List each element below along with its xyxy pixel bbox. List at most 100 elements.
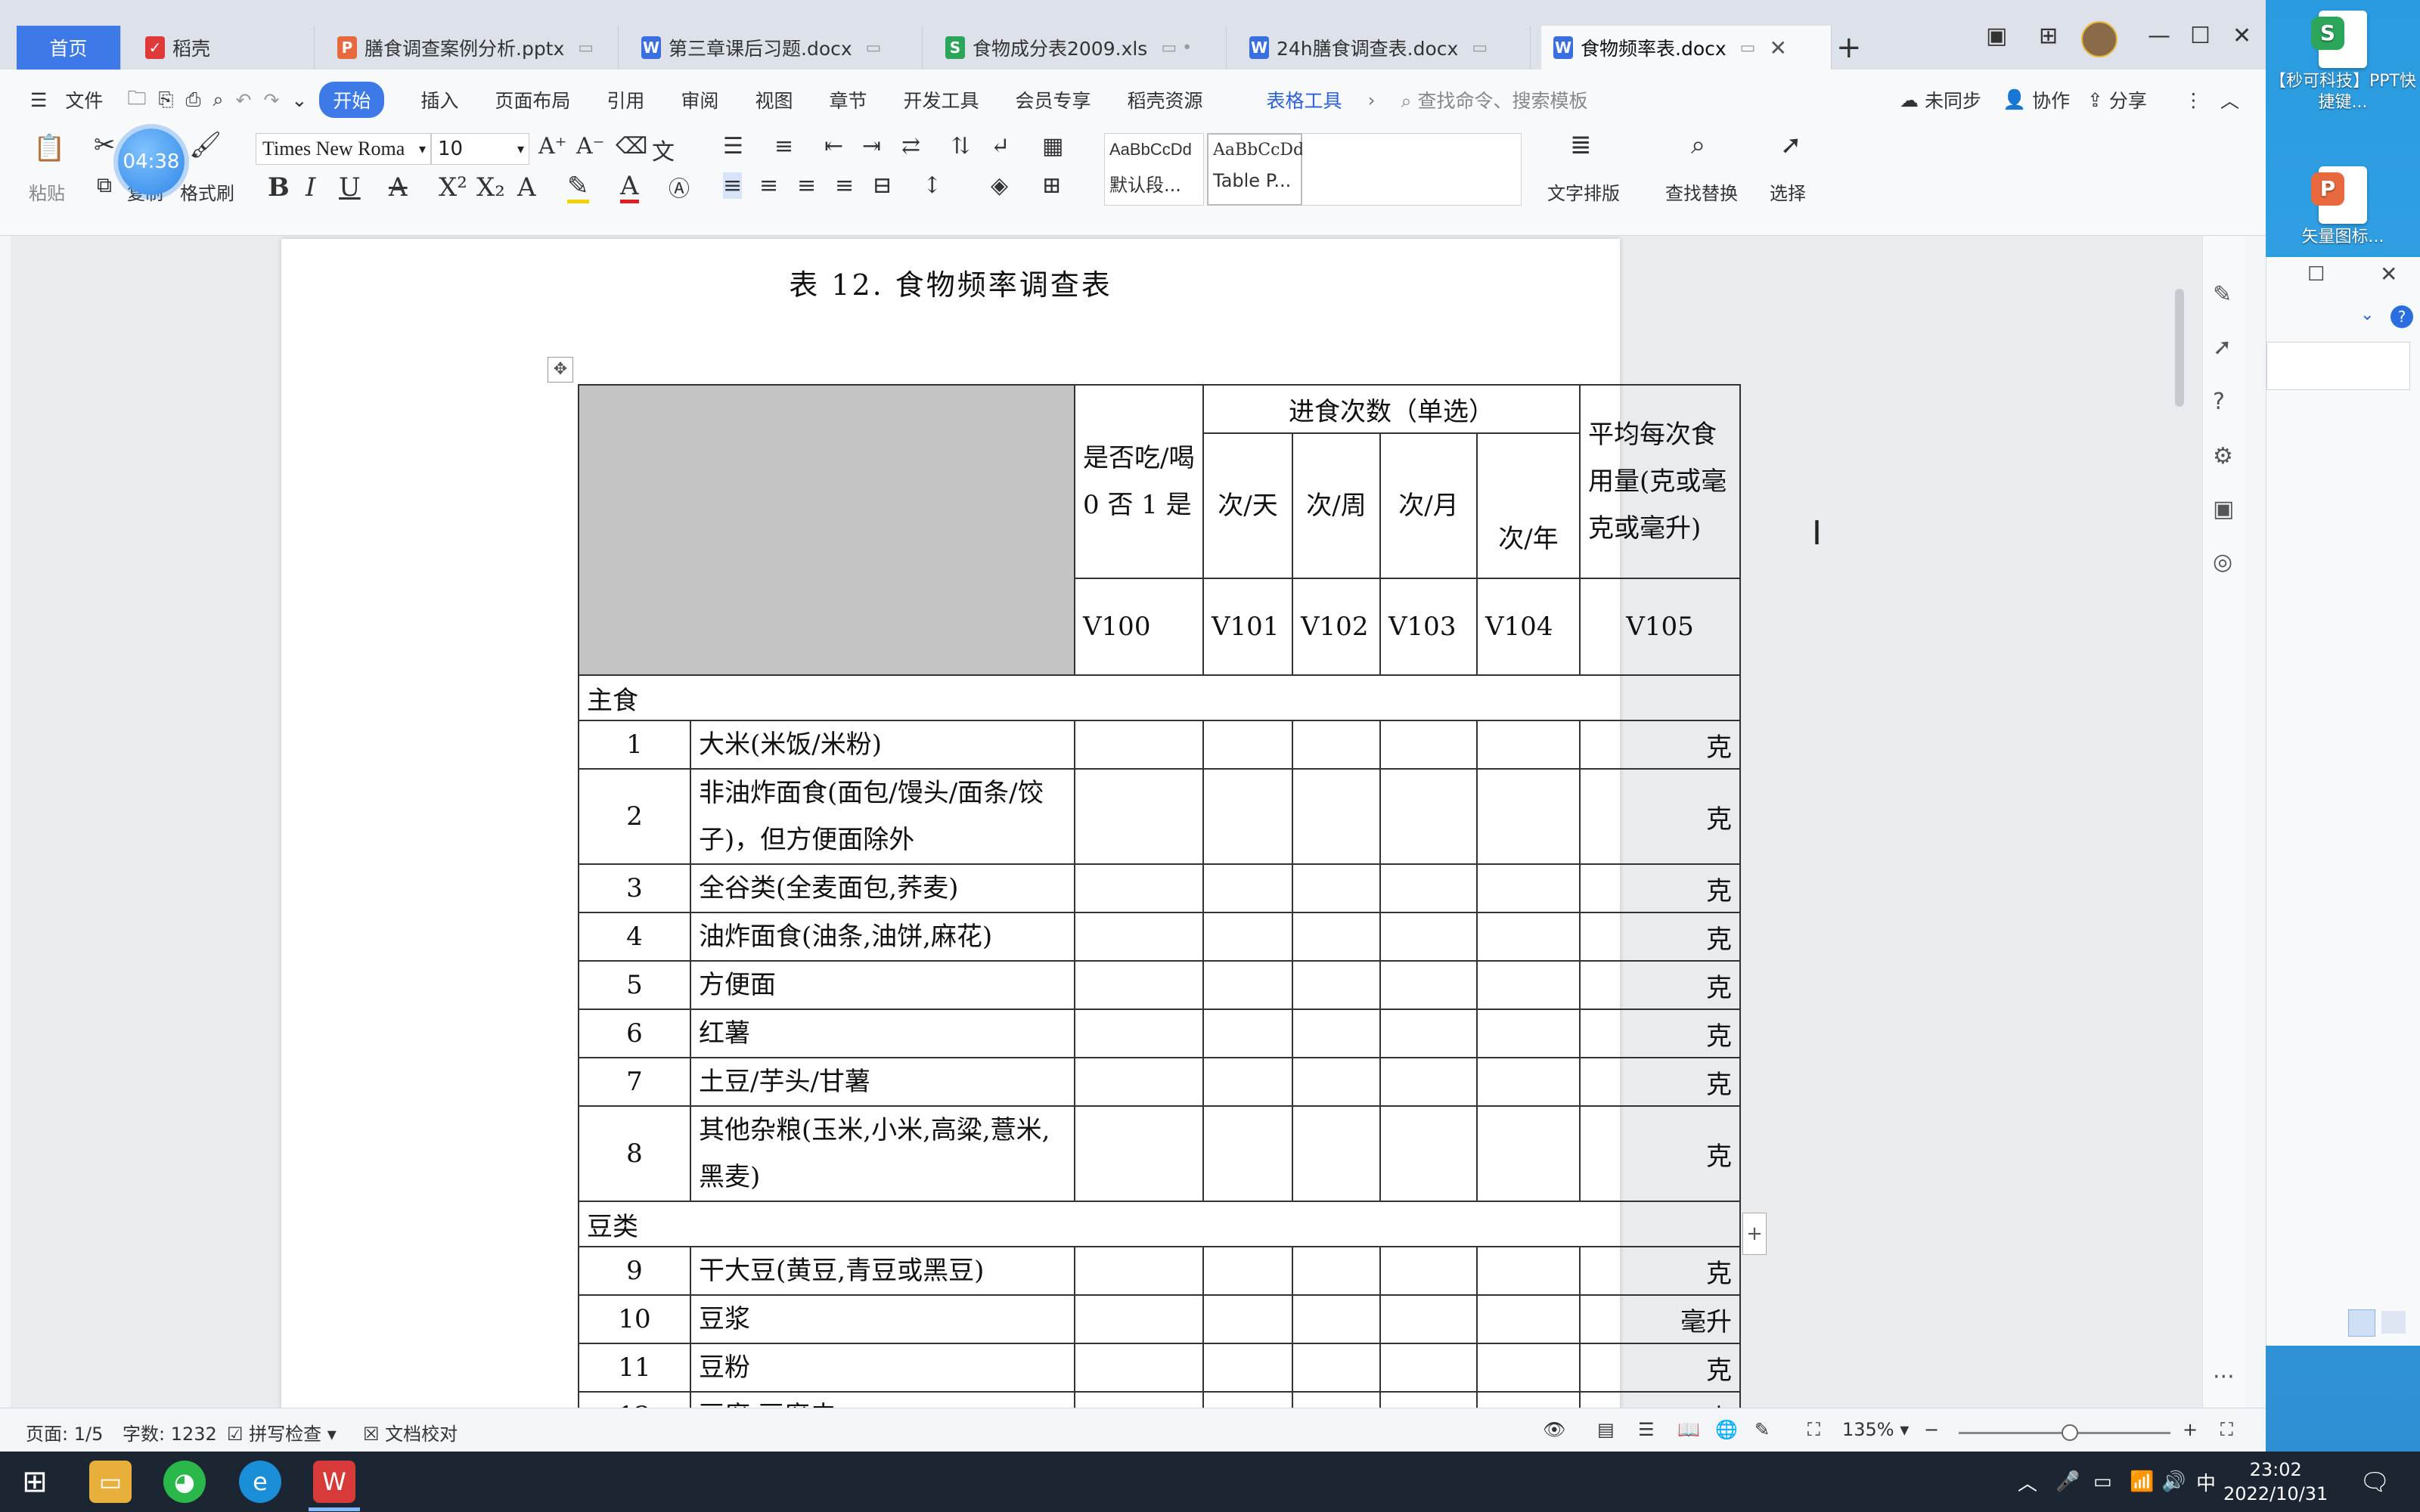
- borders-icon[interactable]: ⊞: [1042, 172, 1061, 199]
- status-page[interactable]: 页面: 1/5: [26, 1419, 103, 1445]
- underline-icon[interactable]: U: [339, 172, 361, 203]
- scrollbar-thumb[interactable]: [2175, 289, 2184, 407]
- answer-cell[interactable]: [1074, 1009, 1204, 1058]
- file-explorer-icon[interactable]: ▭: [89, 1461, 132, 1503]
- help-icon[interactable]: ?: [2391, 305, 2413, 328]
- zoom-slider-knob[interactable]: [2062, 1424, 2078, 1441]
- answer-cell[interactable]: [1379, 1294, 1478, 1344]
- answer-cell[interactable]: [1379, 768, 1478, 865]
- close-tab-icon[interactable]: ✕: [1769, 36, 1786, 60]
- numbered-list-icon[interactable]: ≡: [774, 133, 793, 160]
- char-border-icon[interactable]: Ⓐ: [669, 172, 690, 203]
- row-number[interactable]: 3: [578, 863, 691, 913]
- row-number[interactable]: 10: [578, 1294, 691, 1344]
- style-table[interactable]: AaBbCcDd Table P...: [1207, 133, 1304, 206]
- food-item[interactable]: 干大豆(黄豆,青豆或黑豆): [690, 1246, 1075, 1296]
- wps-office-icon[interactable]: W: [313, 1461, 355, 1503]
- zoom-in-icon[interactable]: +: [2183, 1419, 2198, 1440]
- answer-cell[interactable]: [1379, 960, 1478, 1010]
- answer-cell[interactable]: [1292, 1246, 1381, 1296]
- fit-page-icon[interactable]: ⛶: [1807, 1419, 1820, 1440]
- answer-cell[interactable]: [1202, 1294, 1293, 1344]
- align-left-icon[interactable]: ≡: [723, 172, 743, 199]
- food-item[interactable]: 豆浆: [690, 1294, 1075, 1344]
- grow-font-icon[interactable]: A⁺: [538, 133, 567, 160]
- header-per-year[interactable]: 次/年: [1476, 432, 1581, 579]
- align-center-icon[interactable]: ≡: [759, 172, 778, 199]
- answer-cell[interactable]: [1476, 1343, 1581, 1393]
- format-painter-icon[interactable]: 🖌: [189, 130, 222, 160]
- justify-icon[interactable]: ≡: [835, 172, 854, 199]
- cut-icon[interactable]: ✂: [94, 130, 116, 160]
- zoom-level[interactable]: 135% ▾: [1842, 1419, 1909, 1440]
- answer-cell[interactable]: [1074, 720, 1204, 770]
- chinese-layout-icon[interactable]: ⇄: [901, 133, 920, 160]
- clear-format-icon[interactable]: ⌫: [616, 133, 647, 160]
- decrease-indent-icon[interactable]: ⇤: [824, 133, 843, 160]
- answer-cell[interactable]: [1379, 1057, 1478, 1107]
- tab-24h[interactable]: W 24h膳食调查表.docx ▭: [1237, 26, 1531, 70]
- header-per-month[interactable]: 次/月: [1379, 432, 1478, 579]
- select-cursor-icon[interactable]: ➚: [1780, 130, 1802, 160]
- battery-icon[interactable]: ▭: [2093, 1452, 2112, 1512]
- answer-cell[interactable]: [1476, 912, 1581, 962]
- unit-cell[interactable]: 克: [1579, 1343, 1741, 1393]
- web-view-icon[interactable]: 🌐: [1715, 1419, 1738, 1440]
- answer-cell[interactable]: [1074, 960, 1204, 1010]
- image-tools-icon[interactable]: ▣: [2213, 496, 2234, 522]
- sync-layout-icon[interactable]: ▣: [1986, 23, 2007, 49]
- answer-cell[interactable]: [1292, 1057, 1381, 1107]
- panel-close-icon[interactable]: ✕: [2380, 262, 2397, 287]
- food-item[interactable]: 土豆/芋头/甘薯: [690, 1057, 1075, 1107]
- font-name-select[interactable]: Times New Roma ▾: [256, 133, 431, 165]
- unit-cell[interactable]: 克: [1579, 768, 1741, 865]
- format-painter-button[interactable]: 格式刷: [180, 178, 234, 205]
- answer-cell[interactable]: [1202, 863, 1293, 913]
- text-layout-icon[interactable]: ≣: [1570, 130, 1592, 160]
- menu-references[interactable]: 引用: [607, 86, 644, 113]
- write-view-icon[interactable]: ✎: [1754, 1419, 1770, 1440]
- minimize-icon[interactable]: —: [2148, 23, 2170, 49]
- menu-chapter[interactable]: 章节: [829, 86, 867, 113]
- code-cell[interactable]: V100: [1074, 578, 1204, 676]
- sort-icon[interactable]: ⇅: [951, 133, 970, 160]
- collapse-ribbon-icon[interactable]: ︿: [2220, 70, 2239, 130]
- table-border-icon[interactable]: ▦: [1042, 133, 1063, 160]
- cloud-sync-button[interactable]: ☁ 未同步: [1900, 70, 1981, 130]
- tray-overflow-icon[interactable]: ︿: [2018, 1452, 2037, 1512]
- code-cell[interactable]: V104: [1476, 578, 1581, 676]
- distribute-icon[interactable]: ⊟: [873, 172, 892, 199]
- show-marks-icon[interactable]: ↵: [991, 133, 1010, 160]
- panel-maximize-icon[interactable]: ☐: [2307, 263, 2325, 286]
- answer-cell[interactable]: [1379, 1105, 1478, 1202]
- panel-input[interactable]: [2266, 342, 2410, 390]
- collaborate-button[interactable]: 👤 协作: [2003, 70, 2070, 130]
- row-number[interactable]: 7: [578, 1057, 691, 1107]
- code-cell[interactable]: V102: [1292, 578, 1381, 676]
- menu-view[interactable]: 视图: [755, 86, 793, 113]
- increase-indent-icon[interactable]: ⇥: [862, 133, 881, 160]
- answer-cell[interactable]: [1379, 912, 1478, 962]
- new-tab-icon[interactable]: +: [1836, 30, 1862, 65]
- font-size-select[interactable]: 10 ▾: [431, 133, 529, 165]
- row-number[interactable]: 8: [578, 1105, 691, 1202]
- answer-cell[interactable]: [1292, 1009, 1381, 1058]
- highlight-icon[interactable]: ✎: [567, 172, 589, 203]
- code-cell[interactable]: V103: [1379, 578, 1478, 676]
- find-replace-button[interactable]: 查找替换: [1665, 178, 1738, 205]
- menu-developer[interactable]: 开发工具: [903, 86, 979, 113]
- desktop-icon-ppt-shortcuts[interactable]: S 【秒可科技】PPT快捷键...: [2266, 11, 2420, 113]
- answer-cell[interactable]: [1292, 1294, 1381, 1344]
- answer-cell[interactable]: [1476, 1294, 1581, 1344]
- zoom-out-icon[interactable]: −: [1924, 1419, 1939, 1440]
- food-item[interactable]: 方便面: [690, 960, 1075, 1010]
- doc-proofread-button[interactable]: ☒ 文档校对: [363, 1419, 458, 1445]
- answer-cell[interactable]: [1202, 912, 1293, 962]
- help-icon[interactable]: ?: [2213, 389, 2225, 415]
- food-item[interactable]: 非油炸面食(面包/馒头/面条/饺子)，但方便面除外: [690, 768, 1075, 865]
- menu-review[interactable]: 审阅: [681, 86, 718, 113]
- toolbar-preview-icon[interactable]: ⌕: [213, 88, 223, 111]
- line-spacing-icon[interactable]: ↕: [923, 172, 942, 199]
- answer-cell[interactable]: [1074, 1105, 1204, 1202]
- volume-icon[interactable]: 🔊: [2161, 1452, 2186, 1512]
